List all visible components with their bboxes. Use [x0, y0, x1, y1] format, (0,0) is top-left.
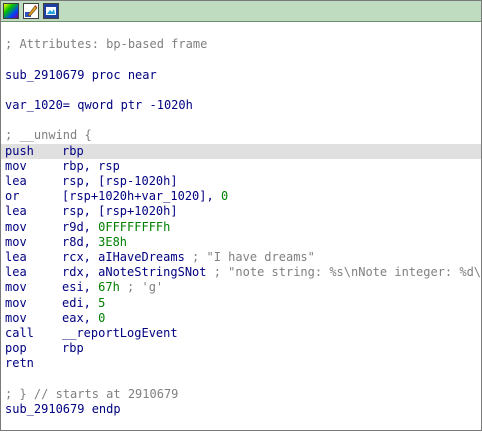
instruction-mnemonic[interactable]: lea	[5, 174, 27, 189]
attributes-comment-text: ; Attributes: bp-based frame	[5, 37, 207, 52]
instruction-line[interactable]: lea rcx, aIHaveDreams ; "I have dreams"	[1, 250, 481, 265]
instruction-line[interactable]: or [rsp+1020h+var_1020], 0	[1, 189, 481, 204]
instruction-line[interactable]: lea rdx, aNoteStringSNot ; "note string: …	[1, 265, 481, 280]
operand-register[interactable]: eax,	[62, 311, 98, 325]
instruction-line[interactable]: mov rbp, rsp	[1, 159, 481, 174]
operand-immediate[interactable]: 0	[98, 311, 105, 325]
instruction-mnemonic[interactable]: or	[5, 189, 19, 204]
instruction-operands[interactable]: rdx, aNoteStringSNot ; "note string: %s\…	[62, 265, 482, 280]
edit-pencil-icon[interactable]	[23, 3, 39, 19]
instruction-comment: ; 'g'	[120, 280, 163, 294]
operand-register[interactable]: edi,	[62, 296, 98, 310]
instruction-line[interactable]: retn	[1, 356, 481, 371]
operand-text[interactable]: rbp	[62, 341, 84, 355]
operand-text[interactable]: rsp, [rsp-1020h]	[62, 174, 178, 188]
instruction-mnemonic[interactable]: mov	[5, 159, 27, 174]
instruction-operands[interactable]: rcx, aIHaveDreams ; "I have dreams"	[62, 250, 315, 265]
instruction-line[interactable]: mov edi, 5	[1, 296, 481, 311]
unwind-close-comment: ; } // starts at 2910679	[1, 387, 481, 402]
instruction-operands[interactable]: rsp, [rsp-1020h]	[62, 174, 178, 189]
instruction-operands[interactable]: rbp, rsp	[62, 159, 120, 174]
instruction-mnemonic[interactable]: mov	[5, 235, 27, 250]
proc-end-text[interactable]: sub_2910679 endp	[5, 402, 121, 417]
instruction-mnemonic[interactable]: mov	[5, 296, 27, 311]
operand-text[interactable]: rsp, [rsp+1020h]	[62, 204, 178, 218]
instruction-line[interactable]: mov eax, 0	[1, 311, 481, 326]
operand-immediate[interactable]: 0	[221, 189, 228, 203]
operand-immediate[interactable]: 67h	[98, 280, 120, 294]
instruction-comment: ; "I have dreams"	[185, 250, 315, 264]
operand-text[interactable]: __reportLogEvent	[62, 326, 178, 340]
attributes-comment: ; Attributes: bp-based frame	[1, 37, 481, 52]
instruction-comment: ; "note string: %s\nNote integer: %d\n"	[207, 265, 482, 279]
instruction-mnemonic[interactable]: lea	[5, 204, 27, 219]
operand-immediate[interactable]: 5	[98, 296, 105, 310]
toolbar	[1, 1, 481, 22]
graph-color-icon[interactable]	[3, 3, 19, 19]
image-view-icon[interactable]	[43, 3, 59, 19]
instruction-line[interactable]: lea rsp, [rsp-1020h]	[1, 174, 481, 189]
instruction-operands[interactable]: rbp	[62, 144, 84, 159]
instruction-line[interactable]: pop rbp	[1, 341, 481, 356]
operand-text[interactable]: rbp, rsp	[62, 159, 120, 173]
operand-immediate[interactable]: 3E8h	[98, 235, 127, 249]
proc-declaration-text[interactable]: sub_2910679 proc near	[5, 68, 157, 83]
instruction-operands[interactable]: edi, 5	[62, 296, 105, 311]
instruction-operands[interactable]: r8d, 3E8h	[62, 235, 127, 250]
instruction-mnemonic[interactable]: mov	[5, 220, 27, 235]
operand-register[interactable]: esi,	[62, 280, 98, 294]
instruction-mnemonic[interactable]: push	[5, 144, 34, 159]
instruction-line[interactable]: call __reportLogEvent	[1, 326, 481, 341]
instruction-mnemonic[interactable]: call	[5, 326, 34, 341]
instruction-line[interactable]: lea rsp, [rsp+1020h]	[1, 204, 481, 219]
var-declaration-text[interactable]: var_1020= qword ptr -1020h	[5, 98, 193, 113]
unwind-open-text: ; __unwind {	[5, 128, 92, 143]
instruction-mnemonic[interactable]: pop	[5, 341, 27, 356]
instruction-mnemonic[interactable]: retn	[5, 356, 34, 371]
instruction-operands[interactable]: rbp	[62, 341, 84, 356]
operand-text[interactable]: rdx, aNoteStringSNot	[62, 265, 207, 279]
operand-register[interactable]: [rsp+1020h+var_1020],	[62, 189, 221, 203]
instruction-line[interactable]: mov r8d, 3E8h	[1, 235, 481, 250]
operand-register[interactable]: r9d,	[62, 220, 98, 234]
instruction-operands[interactable]: eax, 0	[62, 311, 105, 326]
operand-text[interactable]: rbp	[62, 144, 84, 158]
instruction-line[interactable]: mov esi, 67h ; 'g'	[1, 280, 481, 295]
instruction-mnemonic[interactable]: mov	[5, 311, 27, 326]
operand-register[interactable]: r8d,	[62, 235, 98, 249]
instruction-operands[interactable]: [rsp+1020h+var_1020], 0	[62, 189, 228, 204]
instruction-operands[interactable]: esi, 67h ; 'g'	[62, 280, 163, 295]
unwind-open-comment: ; __unwind {	[1, 128, 481, 143]
disassembly-window: ; Attributes: bp-based frame sub_2910679…	[0, 0, 482, 431]
instruction-line[interactable]: mov r9d, 0FFFFFFFFh	[1, 220, 481, 235]
instruction-line[interactable]: push rbp	[1, 144, 481, 159]
instruction-operands[interactable]: rsp, [rsp+1020h]	[62, 204, 178, 219]
instruction-operands[interactable]: __reportLogEvent	[62, 326, 178, 341]
operand-immediate[interactable]: 0FFFFFFFFh	[98, 220, 170, 234]
var-declaration[interactable]: var_1020= qword ptr -1020h	[1, 98, 481, 113]
instruction-mnemonic[interactable]: lea	[5, 250, 27, 265]
proc-end[interactable]: sub_2910679 endp	[1, 402, 481, 417]
disassembly-listing[interactable]: ; Attributes: bp-based frame sub_2910679…	[1, 22, 481, 430]
unwind-close-text: ; } // starts at 2910679	[5, 387, 178, 402]
operand-text[interactable]: rcx, aIHaveDreams	[62, 250, 185, 264]
instruction-mnemonic[interactable]: mov	[5, 280, 27, 295]
proc-declaration[interactable]: sub_2910679 proc near	[1, 68, 481, 83]
instruction-operands[interactable]: r9d, 0FFFFFFFFh	[62, 220, 170, 235]
instruction-mnemonic[interactable]: lea	[5, 265, 27, 280]
